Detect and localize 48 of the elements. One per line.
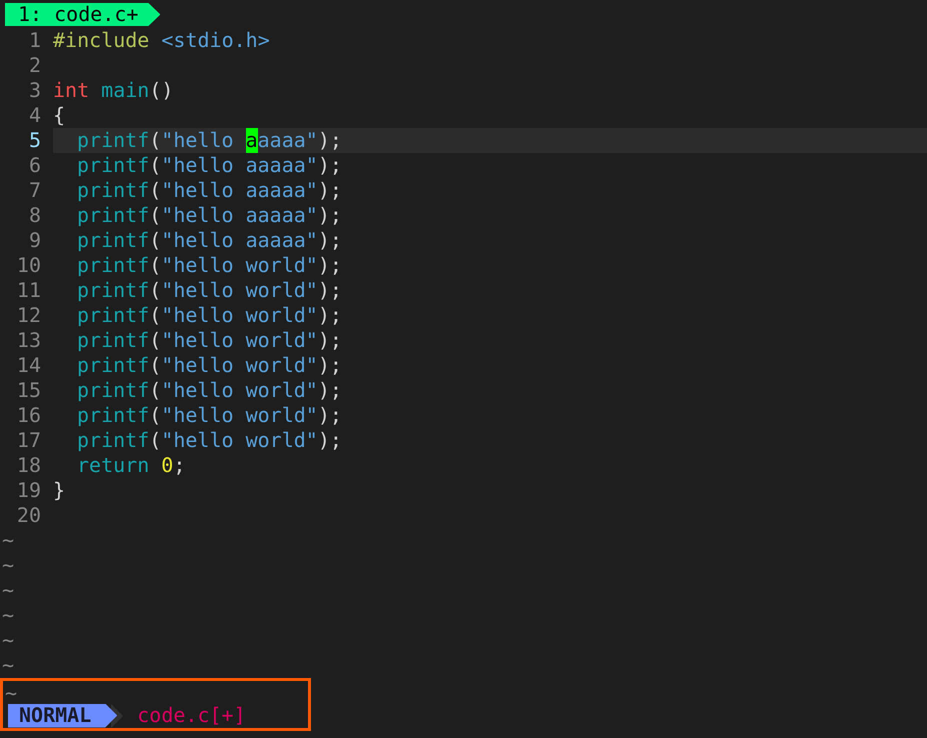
line-number: 10	[16, 253, 41, 278]
empty-line-marker: ~	[2, 553, 14, 577]
empty-line-marker: ~	[2, 628, 14, 652]
empty-line-marker: ~	[2, 578, 14, 602]
line-number: 6	[28, 153, 41, 178]
code-line: printf("hello world");	[76, 328, 343, 353]
code-line: int main()	[53, 78, 174, 103]
code-line: printf("hello aaaaa");	[76, 228, 343, 253]
line-number: 12	[16, 303, 41, 328]
line-number: 7	[28, 178, 41, 203]
empty-line-marker: ~	[2, 653, 14, 677]
code-line: #include <stdio.h>	[53, 28, 271, 53]
code-line: printf("hello world");	[76, 253, 343, 278]
code-line: printf("hello world");	[76, 353, 343, 378]
line-number: 4	[28, 103, 41, 128]
code-line: printf("hello world");	[76, 428, 343, 453]
line-number: 1	[28, 28, 41, 53]
separator-icon	[111, 704, 124, 728]
line-number: 19	[16, 478, 41, 503]
code-line: printf("hello world");	[76, 303, 343, 328]
line-number: 16	[16, 403, 41, 428]
code-line: }	[53, 478, 66, 503]
code-line: {	[53, 103, 66, 128]
code-line: printf("hello world");	[76, 378, 343, 403]
line-number: 18	[16, 453, 41, 478]
line-number: 11	[16, 278, 41, 303]
empty-line-marker: ~	[2, 528, 14, 552]
line-number: 13	[16, 328, 41, 353]
line-number: 14	[16, 353, 41, 378]
file-name: code.c[+]	[137, 703, 246, 728]
buffer-tab[interactable]: 1: code.c+	[5, 3, 160, 26]
line-number: 5	[28, 128, 41, 153]
code-line: printf("hello aaaaa");	[76, 178, 343, 203]
code-line: printf("hello aaaaa");	[76, 153, 343, 178]
line-number: 15	[16, 378, 41, 403]
empty-line-marker: ~	[5, 681, 18, 705]
line-number: 8	[28, 203, 41, 228]
line-number: 2	[28, 53, 41, 78]
line-number: 3	[28, 78, 41, 103]
line-number: 20	[16, 503, 41, 528]
mode-indicator: NORMAL	[8, 704, 118, 728]
code-line: return 0;	[76, 453, 186, 478]
line-number: 17	[16, 428, 41, 453]
empty-line-marker: ~	[2, 603, 14, 627]
line-number: 9	[28, 228, 41, 253]
code-line: printf("hello world");	[76, 278, 343, 303]
code-line: printf("hello world");	[76, 403, 343, 428]
code-line: printf("hello aaaaa");	[76, 203, 343, 228]
